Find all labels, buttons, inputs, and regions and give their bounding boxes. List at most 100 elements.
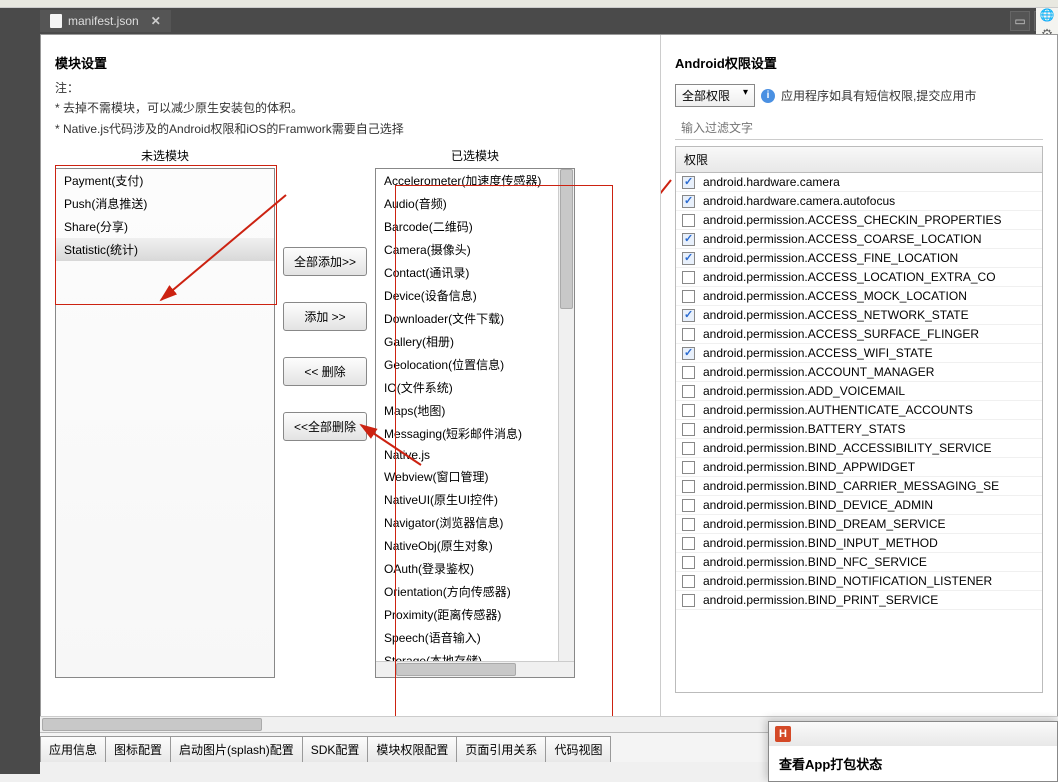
permission-row[interactable]: android.permission.BIND_APPWIDGET	[676, 458, 1042, 477]
permission-checkbox[interactable]	[682, 518, 695, 531]
permission-checkbox[interactable]	[682, 214, 695, 227]
bottom-tab[interactable]: SDK配置	[302, 736, 369, 762]
permission-checkbox[interactable]	[682, 480, 695, 493]
permission-title: Android权限设置	[675, 53, 1043, 72]
bottom-tab[interactable]: 应用信息	[40, 736, 106, 762]
remove-all-button[interactable]: <<全部删除	[283, 412, 367, 441]
permission-checkbox[interactable]	[682, 423, 695, 436]
permission-row[interactable]: android.permission.ACCOUNT_MANAGER	[676, 363, 1042, 382]
permission-checkbox[interactable]	[682, 271, 695, 284]
list-item[interactable]: Orientation(方向传感器)	[376, 580, 574, 603]
list-item[interactable]: Camera(摄像头)	[376, 238, 574, 261]
vertical-scrollbar[interactable]	[558, 169, 574, 661]
list-item[interactable]: Speech(语音输入)	[376, 626, 574, 649]
permission-checkbox[interactable]	[682, 347, 695, 360]
permission-row[interactable]: android.permission.ACCESS_SURFACE_FLINGE…	[676, 325, 1042, 344]
file-tab[interactable]: manifest.json ✕	[40, 10, 171, 32]
permission-row[interactable]: android.permission.AUTHENTICATE_ACCOUNTS	[676, 401, 1042, 420]
permission-label: android.permission.ACCESS_COARSE_LOCATIO…	[703, 232, 982, 246]
list-item[interactable]: Native.js	[376, 445, 574, 465]
minimize-pane-button[interactable]: ▭	[1010, 11, 1030, 31]
list-item[interactable]: Statistic(统计)	[56, 238, 274, 261]
list-item[interactable]: OAuth(登录鉴权)	[376, 557, 574, 580]
bottom-tab[interactable]: 页面引用关系	[456, 736, 546, 762]
list-item[interactable]: Webview(窗口管理)	[376, 465, 574, 488]
list-item[interactable]: Share(分享)	[56, 215, 274, 238]
permission-row[interactable]: android.permission.ACCESS_NETWORK_STATE	[676, 306, 1042, 325]
add-all-button[interactable]: 全部添加>>	[283, 247, 367, 276]
list-item[interactable]: Proximity(距离传感器)	[376, 603, 574, 626]
permission-checkbox[interactable]	[682, 233, 695, 246]
list-item[interactable]: Navigator(浏览器信息)	[376, 511, 574, 534]
popup-title: 查看App打包状态	[769, 746, 1057, 781]
permission-checkbox[interactable]	[682, 309, 695, 322]
permission-checkbox[interactable]	[682, 499, 695, 512]
permission-checkbox[interactable]	[682, 594, 695, 607]
list-item[interactable]: Messaging(短彩邮件消息)	[376, 422, 574, 445]
permission-list[interactable]: android.hardware.cameraandroid.hardware.…	[675, 173, 1043, 693]
selected-listbox[interactable]: Accelerometer(加速度传感器)Audio(音频)Barcode(二维…	[375, 168, 575, 678]
editor-content: 模块设置 注： * 去掉不需模块，可以减少原生安装包的体积。 * Native.…	[40, 34, 1058, 732]
permission-checkbox[interactable]	[682, 328, 695, 341]
permission-row[interactable]: android.permission.BIND_ACCESSIBILITY_SE…	[676, 439, 1042, 458]
permission-row[interactable]: android.permission.ACCESS_COARSE_LOCATIO…	[676, 230, 1042, 249]
permission-scope-select[interactable]: 全部权限	[675, 84, 755, 107]
permission-row[interactable]: android.permission.BIND_DREAM_SERVICE	[676, 515, 1042, 534]
list-item[interactable]: Maps(地图)	[376, 399, 574, 422]
permission-row[interactable]: android.permission.BIND_INPUT_METHOD	[676, 534, 1042, 553]
add-button[interactable]: 添加 >>	[283, 302, 367, 331]
list-item[interactable]: Payment(支付)	[56, 169, 274, 192]
permission-checkbox[interactable]	[682, 195, 695, 208]
permission-checkbox[interactable]	[682, 575, 695, 588]
permission-row[interactable]: android.hardware.camera	[676, 173, 1042, 192]
list-item[interactable]: Downloader(文件下载)	[376, 307, 574, 330]
list-item[interactable]: Audio(音频)	[376, 192, 574, 215]
permission-row[interactable]: android.hardware.camera.autofocus	[676, 192, 1042, 211]
bottom-tab[interactable]: 模块权限配置	[367, 736, 457, 762]
permission-row[interactable]: android.permission.ACCESS_MOCK_LOCATION	[676, 287, 1042, 306]
bottom-tab[interactable]: 图标配置	[105, 736, 171, 762]
list-item[interactable]: Contact(通讯录)	[376, 261, 574, 284]
close-icon[interactable]: ✕	[151, 14, 161, 28]
permission-checkbox[interactable]	[682, 537, 695, 550]
permission-checkbox[interactable]	[682, 366, 695, 379]
permission-row[interactable]: android.permission.BIND_PRINT_SERVICE	[676, 591, 1042, 610]
info-icon[interactable]: i	[761, 89, 775, 103]
permission-row[interactable]: android.permission.ACCESS_LOCATION_EXTRA…	[676, 268, 1042, 287]
permission-row[interactable]: android.permission.BIND_NFC_SERVICE	[676, 553, 1042, 572]
permission-checkbox[interactable]	[682, 385, 695, 398]
permission-checkbox[interactable]	[682, 252, 695, 265]
list-item[interactable]: NativeUI(原生UI控件)	[376, 488, 574, 511]
bottom-tab[interactable]: 启动图片(splash)配置	[170, 736, 303, 762]
list-item[interactable]: IO(文件系统)	[376, 376, 574, 399]
list-item[interactable]: Barcode(二维码)	[376, 215, 574, 238]
permission-checkbox[interactable]	[682, 404, 695, 417]
permission-checkbox[interactable]	[682, 176, 695, 189]
status-popup[interactable]: H 查看App打包状态	[768, 721, 1058, 782]
permission-row[interactable]: android.permission.ACCESS_CHECKIN_PROPER…	[676, 211, 1042, 230]
permission-checkbox[interactable]	[682, 442, 695, 455]
permission-row[interactable]: android.permission.BATTERY_STATS	[676, 420, 1042, 439]
bottom-tab[interactable]: 代码视图	[545, 736, 611, 762]
permission-row[interactable]: android.permission.BIND_DEVICE_ADMIN	[676, 496, 1042, 515]
permission-filter-input[interactable]	[675, 117, 1043, 140]
list-item[interactable]: Push(消息推送)	[56, 192, 274, 215]
list-item[interactable]: NativeObj(原生对象)	[376, 534, 574, 557]
globe-icon[interactable]: 🌐	[1040, 8, 1055, 22]
list-item[interactable]: Gallery(相册)	[376, 330, 574, 353]
permission-row[interactable]: android.permission.ACCESS_FINE_LOCATION	[676, 249, 1042, 268]
permission-row[interactable]: android.permission.BIND_CARRIER_MESSAGIN…	[676, 477, 1042, 496]
permission-row[interactable]: android.permission.BIND_NOTIFICATION_LIS…	[676, 572, 1042, 591]
unselected-listbox[interactable]: Payment(支付)Push(消息推送)Share(分享)Statistic(…	[55, 168, 275, 678]
permission-label: android.permission.BIND_APPWIDGET	[703, 460, 915, 474]
list-item[interactable]: Accelerometer(加速度传感器)	[376, 169, 574, 192]
horizontal-scrollbar[interactable]	[376, 661, 574, 677]
permission-row[interactable]: android.permission.ADD_VOICEMAIL	[676, 382, 1042, 401]
permission-checkbox[interactable]	[682, 556, 695, 569]
list-item[interactable]: Geolocation(位置信息)	[376, 353, 574, 376]
list-item[interactable]: Device(设备信息)	[376, 284, 574, 307]
permission-checkbox[interactable]	[682, 290, 695, 303]
permission-checkbox[interactable]	[682, 461, 695, 474]
permission-row[interactable]: android.permission.ACCESS_WIFI_STATE	[676, 344, 1042, 363]
remove-button[interactable]: << 删除	[283, 357, 367, 386]
